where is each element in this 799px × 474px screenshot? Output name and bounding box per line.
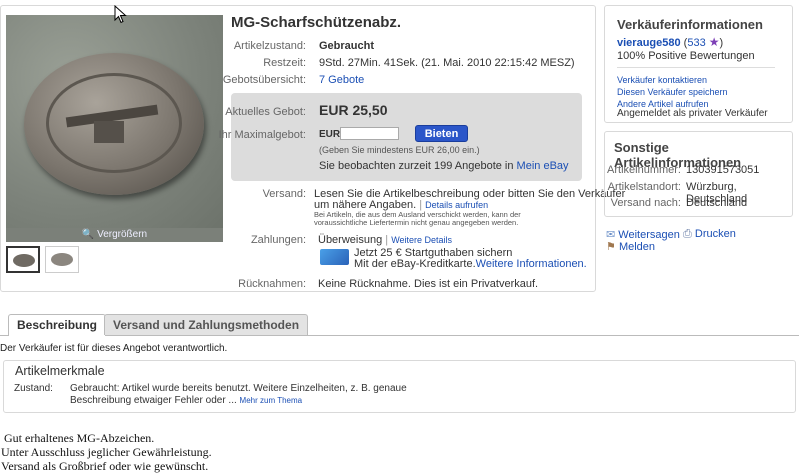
time-left-label: Restzeit: xyxy=(263,57,306,69)
payment-method: Überweisung | Weitere Details xyxy=(318,234,453,246)
description-line-2: Unter Ausschluss jeglicher Gewährleistun… xyxy=(1,445,212,459)
returns-text: Keine Rücknahme. Dies ist ein Privatverk… xyxy=(318,278,539,290)
spec-condition-text-1: Gebraucht: Artikel wurde bereits benutzt… xyxy=(70,383,407,394)
payment-details-link[interactable]: Weitere Details xyxy=(391,235,452,245)
my-ebay-link[interactable]: Mein eBay xyxy=(517,160,569,172)
time-left-value: 9Std. 27Min. 41Sek. (21. Mai. 2010 22:15… xyxy=(319,57,575,69)
more-info-link[interactable]: Mehr zum Thema xyxy=(240,396,303,405)
max-bid-label: Ihr Maximalgebot: xyxy=(218,129,306,141)
print-action[interactable]: ⎙ Drucken xyxy=(683,228,736,241)
printer-icon: ⎙ xyxy=(683,228,692,240)
shipping-note-2: voraussichtliche Liefertermin nicht gena… xyxy=(314,218,519,227)
bid-history-link[interactable]: 7 Gebote xyxy=(319,74,364,86)
ships-to-value: Deutschland xyxy=(686,197,748,209)
location-label: Artikelstandort: xyxy=(607,181,681,193)
flag-icon: ⚑ xyxy=(606,241,616,253)
currency-label: EUR xyxy=(319,129,341,140)
ships-to-label: Versand nach: xyxy=(610,197,681,209)
seller-name-link[interactable]: vierauge580 xyxy=(617,37,681,49)
bid-history-label: Gebotsübersicht: xyxy=(222,74,306,86)
current-bid-value: EUR 25,50 xyxy=(319,102,388,118)
item-number-label: Artikelnummer: xyxy=(607,164,681,176)
responsibility-note: Der Verkäufer ist für dieses Angebot ver… xyxy=(0,343,228,354)
description-line-1: Gut erhaltenes MG-Abzeichen. xyxy=(4,431,155,445)
description-line-3: Versand als Großbrief oder wie gewünscht… xyxy=(1,459,209,473)
magnifier-icon: 🔍 xyxy=(81,229,95,240)
condition-label: Artikelzustand: xyxy=(233,40,306,52)
feedback-score-link[interactable]: 533 xyxy=(687,37,705,49)
promo-line-2: Mit der eBay-Kreditkarte.Weitere Informa… xyxy=(354,258,587,270)
private-seller-note: Angemeldet als privater Verkäufer xyxy=(617,108,768,119)
star-icon: ★ xyxy=(708,35,720,49)
promo-link[interactable]: Weitere Informationen. xyxy=(476,258,587,270)
max-bid-input[interactable] xyxy=(340,127,399,140)
mouse-cursor-icon xyxy=(114,5,127,24)
bid-button[interactable]: Bieten xyxy=(415,125,468,142)
credit-card-icon xyxy=(320,249,349,265)
shipping-label: Versand: xyxy=(262,188,306,200)
item-photo[interactable] xyxy=(6,15,223,228)
tab-description[interactable]: Beschreibung xyxy=(8,314,107,336)
spec-condition-label: Zustand: xyxy=(14,383,53,394)
contact-seller-link[interactable]: Verkäufer kontaktieren xyxy=(617,75,707,85)
item-number-value: 130391573051 xyxy=(686,164,760,176)
item-title: MG-Scharfschützenabz. xyxy=(231,14,402,31)
seller-divider xyxy=(617,67,775,68)
watching-text: Sie beobachten zurzeit 199 Angebote in M… xyxy=(319,160,569,172)
tab-shipping-payment[interactable]: Versand und Zahlungsmethoden xyxy=(104,314,309,335)
report-action[interactable]: ⚑ Melden xyxy=(606,240,655,253)
thumbnail-2[interactable] xyxy=(45,246,79,273)
item-specifics-title: Artikelmerkmale xyxy=(15,364,105,378)
payment-label: Zahlungen: xyxy=(250,234,306,246)
enlarge-button[interactable]: 🔍 Vergrößern xyxy=(6,228,223,242)
badge-image xyxy=(24,53,204,195)
shipping-details-link[interactable]: Details aufrufen xyxy=(425,200,488,210)
save-seller-link[interactable]: Diesen Verkäufer speichern xyxy=(617,87,728,97)
condition-value: Gebraucht xyxy=(319,40,375,52)
current-bid-label: Aktuelles Gebot: xyxy=(225,106,306,118)
returns-label: Rücknahmen: xyxy=(238,278,306,290)
spec-condition-text-2: Beschreibung etwaiger Fehler oder ... Me… xyxy=(70,395,303,406)
seller-positive: 100% Positive Bewertungen xyxy=(617,50,755,62)
thumbnail-1[interactable] xyxy=(6,246,40,273)
min-bid-note: (Geben Sie mindestens EUR 26,00 ein.) xyxy=(319,145,480,155)
seller-title: Verkäuferinformationen xyxy=(617,17,763,32)
seller-name-line: vierauge580 (533 ★) xyxy=(617,35,724,49)
